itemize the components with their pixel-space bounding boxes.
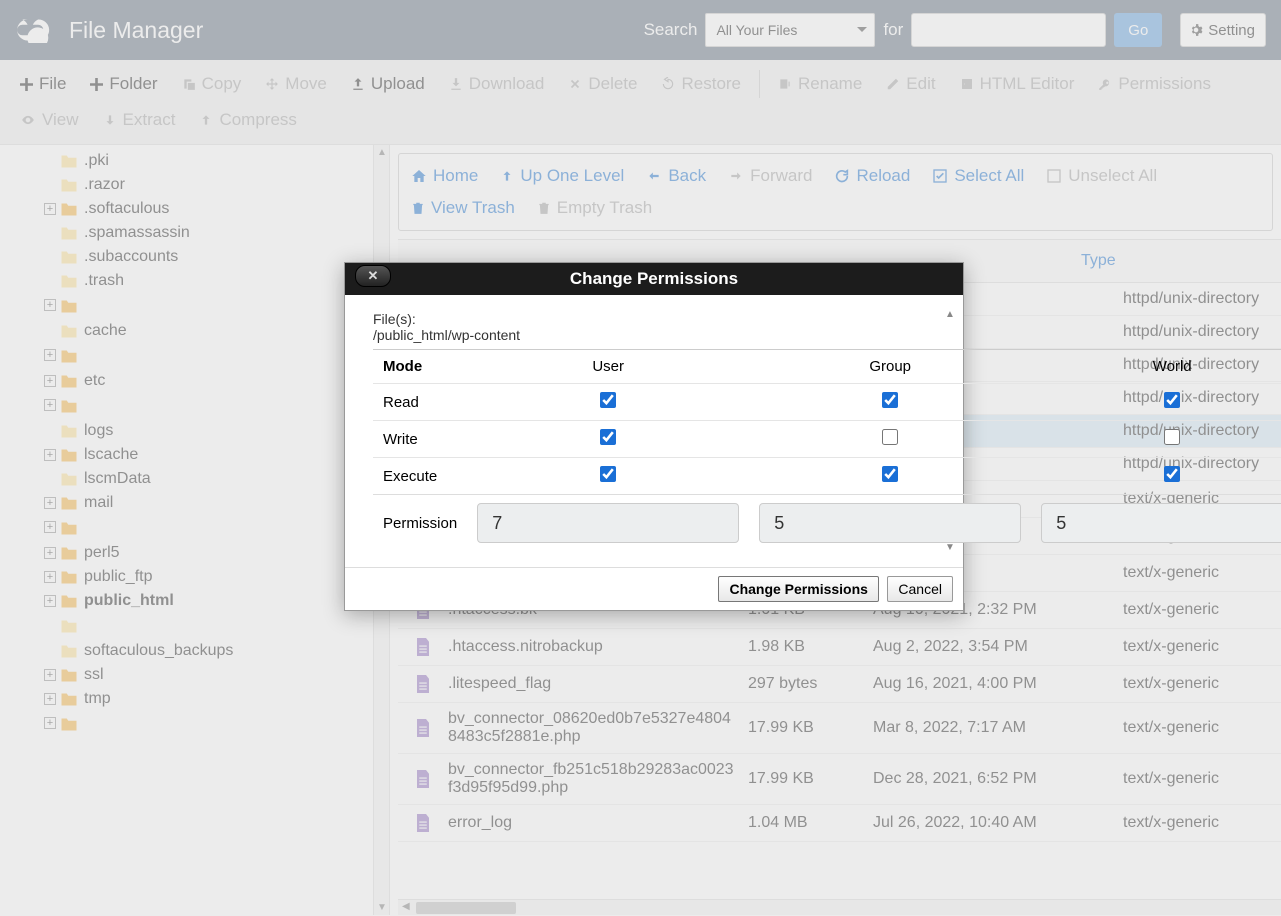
execute-user-checkbox[interactable] [600,466,616,482]
file-path: /public_html/wp-content [373,327,939,343]
read-label: Read [373,384,467,421]
permissions-table: Mode User Group World Read Write Execute [373,349,1281,551]
read-world-checkbox[interactable] [1164,392,1180,408]
change-permissions-submit-button[interactable]: Change Permissions [718,576,879,602]
permission-label: Permission [373,495,467,552]
group-header: Group [749,350,1031,384]
read-user-checkbox[interactable] [600,392,616,408]
write-user-checkbox[interactable] [600,429,616,445]
write-label: Write [373,421,467,458]
mode-header: Mode [373,350,467,384]
dialog-footer: Change Permissions Cancel [345,567,963,610]
execute-world-checkbox[interactable] [1164,466,1180,482]
files-label: File(s): [373,311,939,327]
permission-user-input[interactable] [477,503,739,543]
dialog-header: ✕ Change Permissions [345,263,963,295]
change-permissions-dialog: ✕ Change Permissions File(s): /public_ht… [344,262,964,611]
write-world-checkbox[interactable] [1164,429,1180,445]
dialog-close-button[interactable]: ✕ [355,265,391,287]
close-icon: ✕ [368,268,379,284]
permission-group-input[interactable] [759,503,1021,543]
permission-world-input[interactable] [1041,503,1281,543]
read-group-checkbox[interactable] [882,392,898,408]
execute-label: Execute [373,458,467,495]
write-group-checkbox[interactable] [882,429,898,445]
dialog-scrollbar[interactable] [943,309,957,553]
user-header: User [467,350,749,384]
execute-group-checkbox[interactable] [882,466,898,482]
world-header: World [1031,350,1281,384]
dialog-title: Change Permissions [570,269,738,289]
cancel-button[interactable]: Cancel [887,576,953,602]
